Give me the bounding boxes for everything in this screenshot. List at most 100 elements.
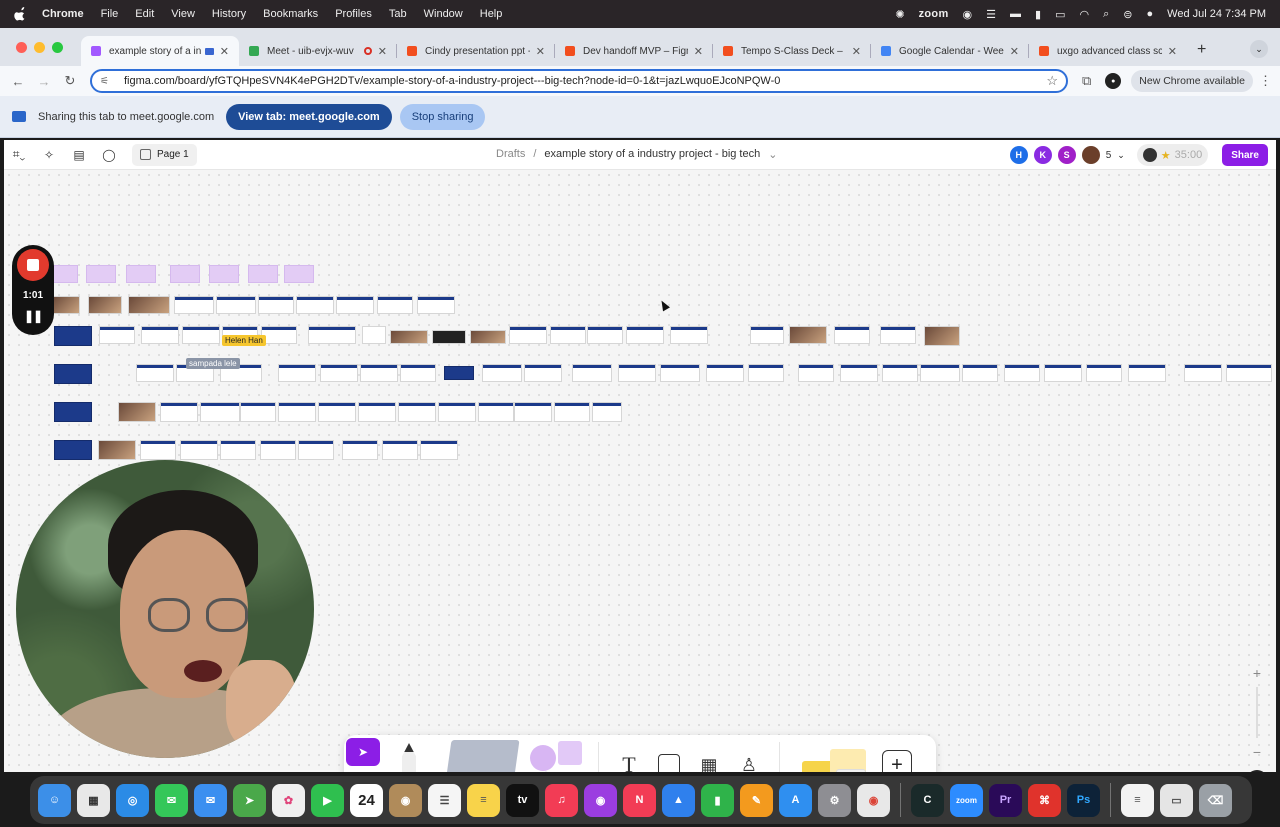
table-tool-icon[interactable]: ▦: [693, 749, 725, 773]
slide-frame[interactable]: [572, 364, 612, 382]
chevron-down-icon[interactable]: ⌄: [1117, 150, 1125, 161]
sticky-card[interactable]: [284, 265, 314, 283]
siri-icon[interactable]: ●: [1146, 8, 1153, 20]
browser-tab-tempo-deck[interactable]: Tempo S-Class Deck – Fi ✕: [713, 36, 871, 66]
share-button[interactable]: Share: [1222, 144, 1268, 166]
profile-avatar[interactable]: ●: [1105, 73, 1122, 89]
slide-frame[interactable]: [444, 366, 474, 380]
collaborator-count[interactable]: 5: [1106, 150, 1112, 161]
dock-chrome-icon[interactable]: ◉: [857, 783, 890, 817]
slide-frame[interactable]: [342, 440, 378, 460]
dock-trash-icon[interactable]: ⌫: [1199, 783, 1232, 817]
slide-frame[interactable]: [141, 326, 179, 344]
slide-frame[interactable]: [554, 402, 590, 422]
slide-frame[interactable]: [432, 330, 466, 344]
slide-frame[interactable]: [618, 364, 656, 382]
slide-frame[interactable]: [240, 402, 276, 422]
sticky-card[interactable]: [126, 265, 156, 283]
battery-icon[interactable]: ▭: [1055, 8, 1065, 21]
stop-recording-button[interactable]: [17, 249, 49, 281]
slide-frame[interactable]: [417, 296, 455, 314]
dock-finder-icon[interactable]: ☺: [38, 783, 71, 817]
slide-frame[interactable]: [478, 402, 514, 422]
section-title-frame[interactable]: [54, 402, 92, 422]
dock-launchpad-icon[interactable]: ▦: [77, 783, 110, 817]
new-tab-icon[interactable]: +: [1197, 41, 1206, 59]
slide-frame[interactable]: [88, 296, 122, 314]
screen-record-icon[interactable]: ◉: [963, 8, 973, 21]
dock-premiere-icon[interactable]: Pr: [989, 783, 1022, 817]
slide-frame[interactable]: [1184, 364, 1222, 382]
slide-frame[interactable]: [260, 440, 296, 460]
slide-frame[interactable]: [670, 326, 708, 344]
dock-photos-icon[interactable]: ✿: [272, 783, 305, 817]
slide-frame[interactable]: [200, 402, 240, 422]
forward-arrow-icon[interactable]: →: [36, 74, 52, 89]
slide-frame[interactable]: [320, 364, 358, 382]
sticky-card[interactable]: [170, 265, 200, 283]
brightness-icon[interactable]: ✺: [895, 8, 904, 21]
slide-frame[interactable]: [470, 330, 506, 344]
section-tool-icon[interactable]: [658, 754, 680, 772]
section-title-frame[interactable]: [54, 364, 92, 384]
wifi-icon[interactable]: ◠: [1079, 8, 1089, 21]
close-tab-icon[interactable]: ✕: [852, 45, 861, 58]
menubar-clock[interactable]: Wed Jul 24 7:34 PM: [1167, 8, 1266, 20]
dock-window-icon[interactable]: ▭: [1160, 783, 1193, 817]
dock-cursor-icon[interactable]: C: [911, 783, 944, 817]
menu-profiles[interactable]: Profiles: [335, 8, 372, 20]
slide-frame[interactable]: [278, 364, 316, 382]
close-tab-icon[interactable]: ✕: [536, 45, 545, 58]
slide-frame[interactable]: [750, 326, 784, 344]
slide-frame[interactable]: [140, 440, 176, 460]
menu-tab[interactable]: Tab: [389, 8, 407, 20]
dock-calendar-icon[interactable]: 24: [350, 783, 383, 817]
figma-main-menu-icon[interactable]: ⌗⌄: [10, 147, 28, 162]
close-tab-icon[interactable]: ✕: [1168, 45, 1177, 58]
browser-tab-google-calendar[interactable]: Google Calendar - Week ✕: [871, 36, 1029, 66]
minimize-window-button[interactable]: [34, 42, 45, 53]
slide-frame[interactable]: [358, 402, 396, 422]
close-window-button[interactable]: [16, 42, 27, 53]
flag-icon[interactable]: ▬: [1010, 8, 1021, 20]
marker-tool[interactable]: [402, 743, 416, 772]
hand-tool-icon[interactable]: ✋: [346, 768, 380, 772]
reload-icon[interactable]: ↻: [62, 73, 78, 89]
slide-frame[interactable]: [52, 296, 80, 314]
slide-frame[interactable]: [128, 296, 170, 314]
tab-search-icon[interactable]: ⌄: [1250, 40, 1268, 58]
browser-tab-figma-story[interactable]: example story of a ind ✕: [81, 36, 239, 66]
sticky-card[interactable]: [52, 265, 78, 283]
slide-frame[interactable]: [789, 326, 827, 344]
slide-frame[interactable]: [136, 364, 174, 382]
zoom-out-icon[interactable]: −: [1253, 744, 1261, 760]
sticky-card[interactable]: [86, 265, 116, 283]
dock-numbers-icon[interactable]: ▮: [701, 783, 734, 817]
sticky-card[interactable]: [248, 265, 278, 283]
menu-edit[interactable]: Edit: [135, 8, 154, 20]
pause-icon[interactable]: ❚❚: [24, 309, 43, 323]
slide-frame[interactable]: [174, 296, 214, 314]
slide-frame[interactable]: [1226, 364, 1272, 382]
text-tool-icon[interactable]: T: [613, 749, 645, 772]
slide-frame[interactable]: [524, 364, 562, 382]
dock-contacts-icon[interactable]: ◉: [389, 783, 422, 817]
slide-frame[interactable]: [182, 326, 220, 344]
slide-frame[interactable]: [360, 364, 398, 382]
shapes-tool[interactable]: [528, 739, 588, 772]
dock-notes-icon[interactable]: ≡: [467, 783, 500, 817]
menu-file[interactable]: File: [101, 8, 119, 20]
slide-frame[interactable]: [880, 326, 916, 344]
webcam-bubble[interactable]: [16, 460, 314, 758]
slide-frame[interactable]: [1044, 364, 1082, 382]
slide-frame[interactable]: [362, 326, 386, 344]
help-button[interactable]: ?: [1246, 770, 1268, 772]
slide-frame[interactable]: [118, 402, 156, 422]
close-tab-icon[interactable]: ✕: [220, 45, 229, 58]
dock-tv-icon[interactable]: tv: [506, 783, 539, 817]
menu-help[interactable]: Help: [480, 8, 503, 20]
sticky-note-tool[interactable]: [444, 740, 520, 772]
dock-pages-icon[interactable]: ✎: [740, 783, 773, 817]
dock-maps-icon[interactable]: ➤: [233, 783, 266, 817]
control-icon[interactable]: ☰: [986, 8, 996, 21]
